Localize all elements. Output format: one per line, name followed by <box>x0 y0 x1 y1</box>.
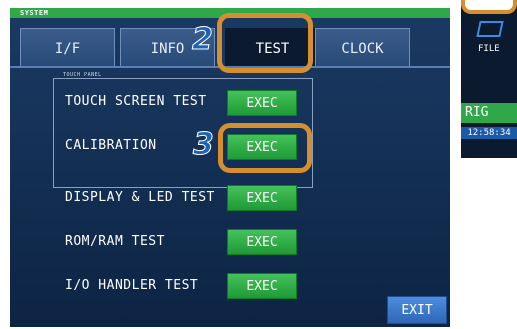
exit-button[interactable]: EXIT <box>387 296 447 324</box>
touch-screen-test-exec-button[interactable]: EXEC <box>227 90 297 116</box>
touch-panel-label: TOUCH PANEL <box>60 72 105 78</box>
touch-screen-test-label: TOUCH SCREEN TEST <box>65 94 207 109</box>
file-icon[interactable] <box>476 21 504 37</box>
window-title: SYSTEM <box>20 9 49 17</box>
display-led-test-label: DISPLAY & LED TEST <box>65 190 215 205</box>
io-handler-test-label: I/O HANDLER TEST <box>65 278 199 293</box>
io-handler-test-exec-button[interactable]: EXEC <box>227 273 297 299</box>
rom-ram-test-label: ROM/RAM TEST <box>65 234 165 249</box>
calibration-label: CALIBRATION <box>65 138 157 153</box>
callout-number-2: 2 <box>192 22 214 57</box>
callout-number-3: 3 <box>193 127 215 162</box>
display-led-test-exec-button[interactable]: EXEC <box>227 185 297 211</box>
callout-box-side <box>461 0 517 14</box>
callout-box-test-tab <box>217 13 313 73</box>
callout-box-calibration <box>218 123 312 173</box>
trig-button[interactable]: RIG <box>461 103 517 123</box>
file-label: FILE <box>478 44 500 54</box>
tab-if[interactable]: I/F <box>20 28 115 66</box>
clock-readout: 12:58:34 <box>461 127 517 139</box>
rom-ram-test-exec-button[interactable]: EXEC <box>227 229 297 255</box>
tab-clock[interactable]: CLOCK <box>315 28 410 66</box>
